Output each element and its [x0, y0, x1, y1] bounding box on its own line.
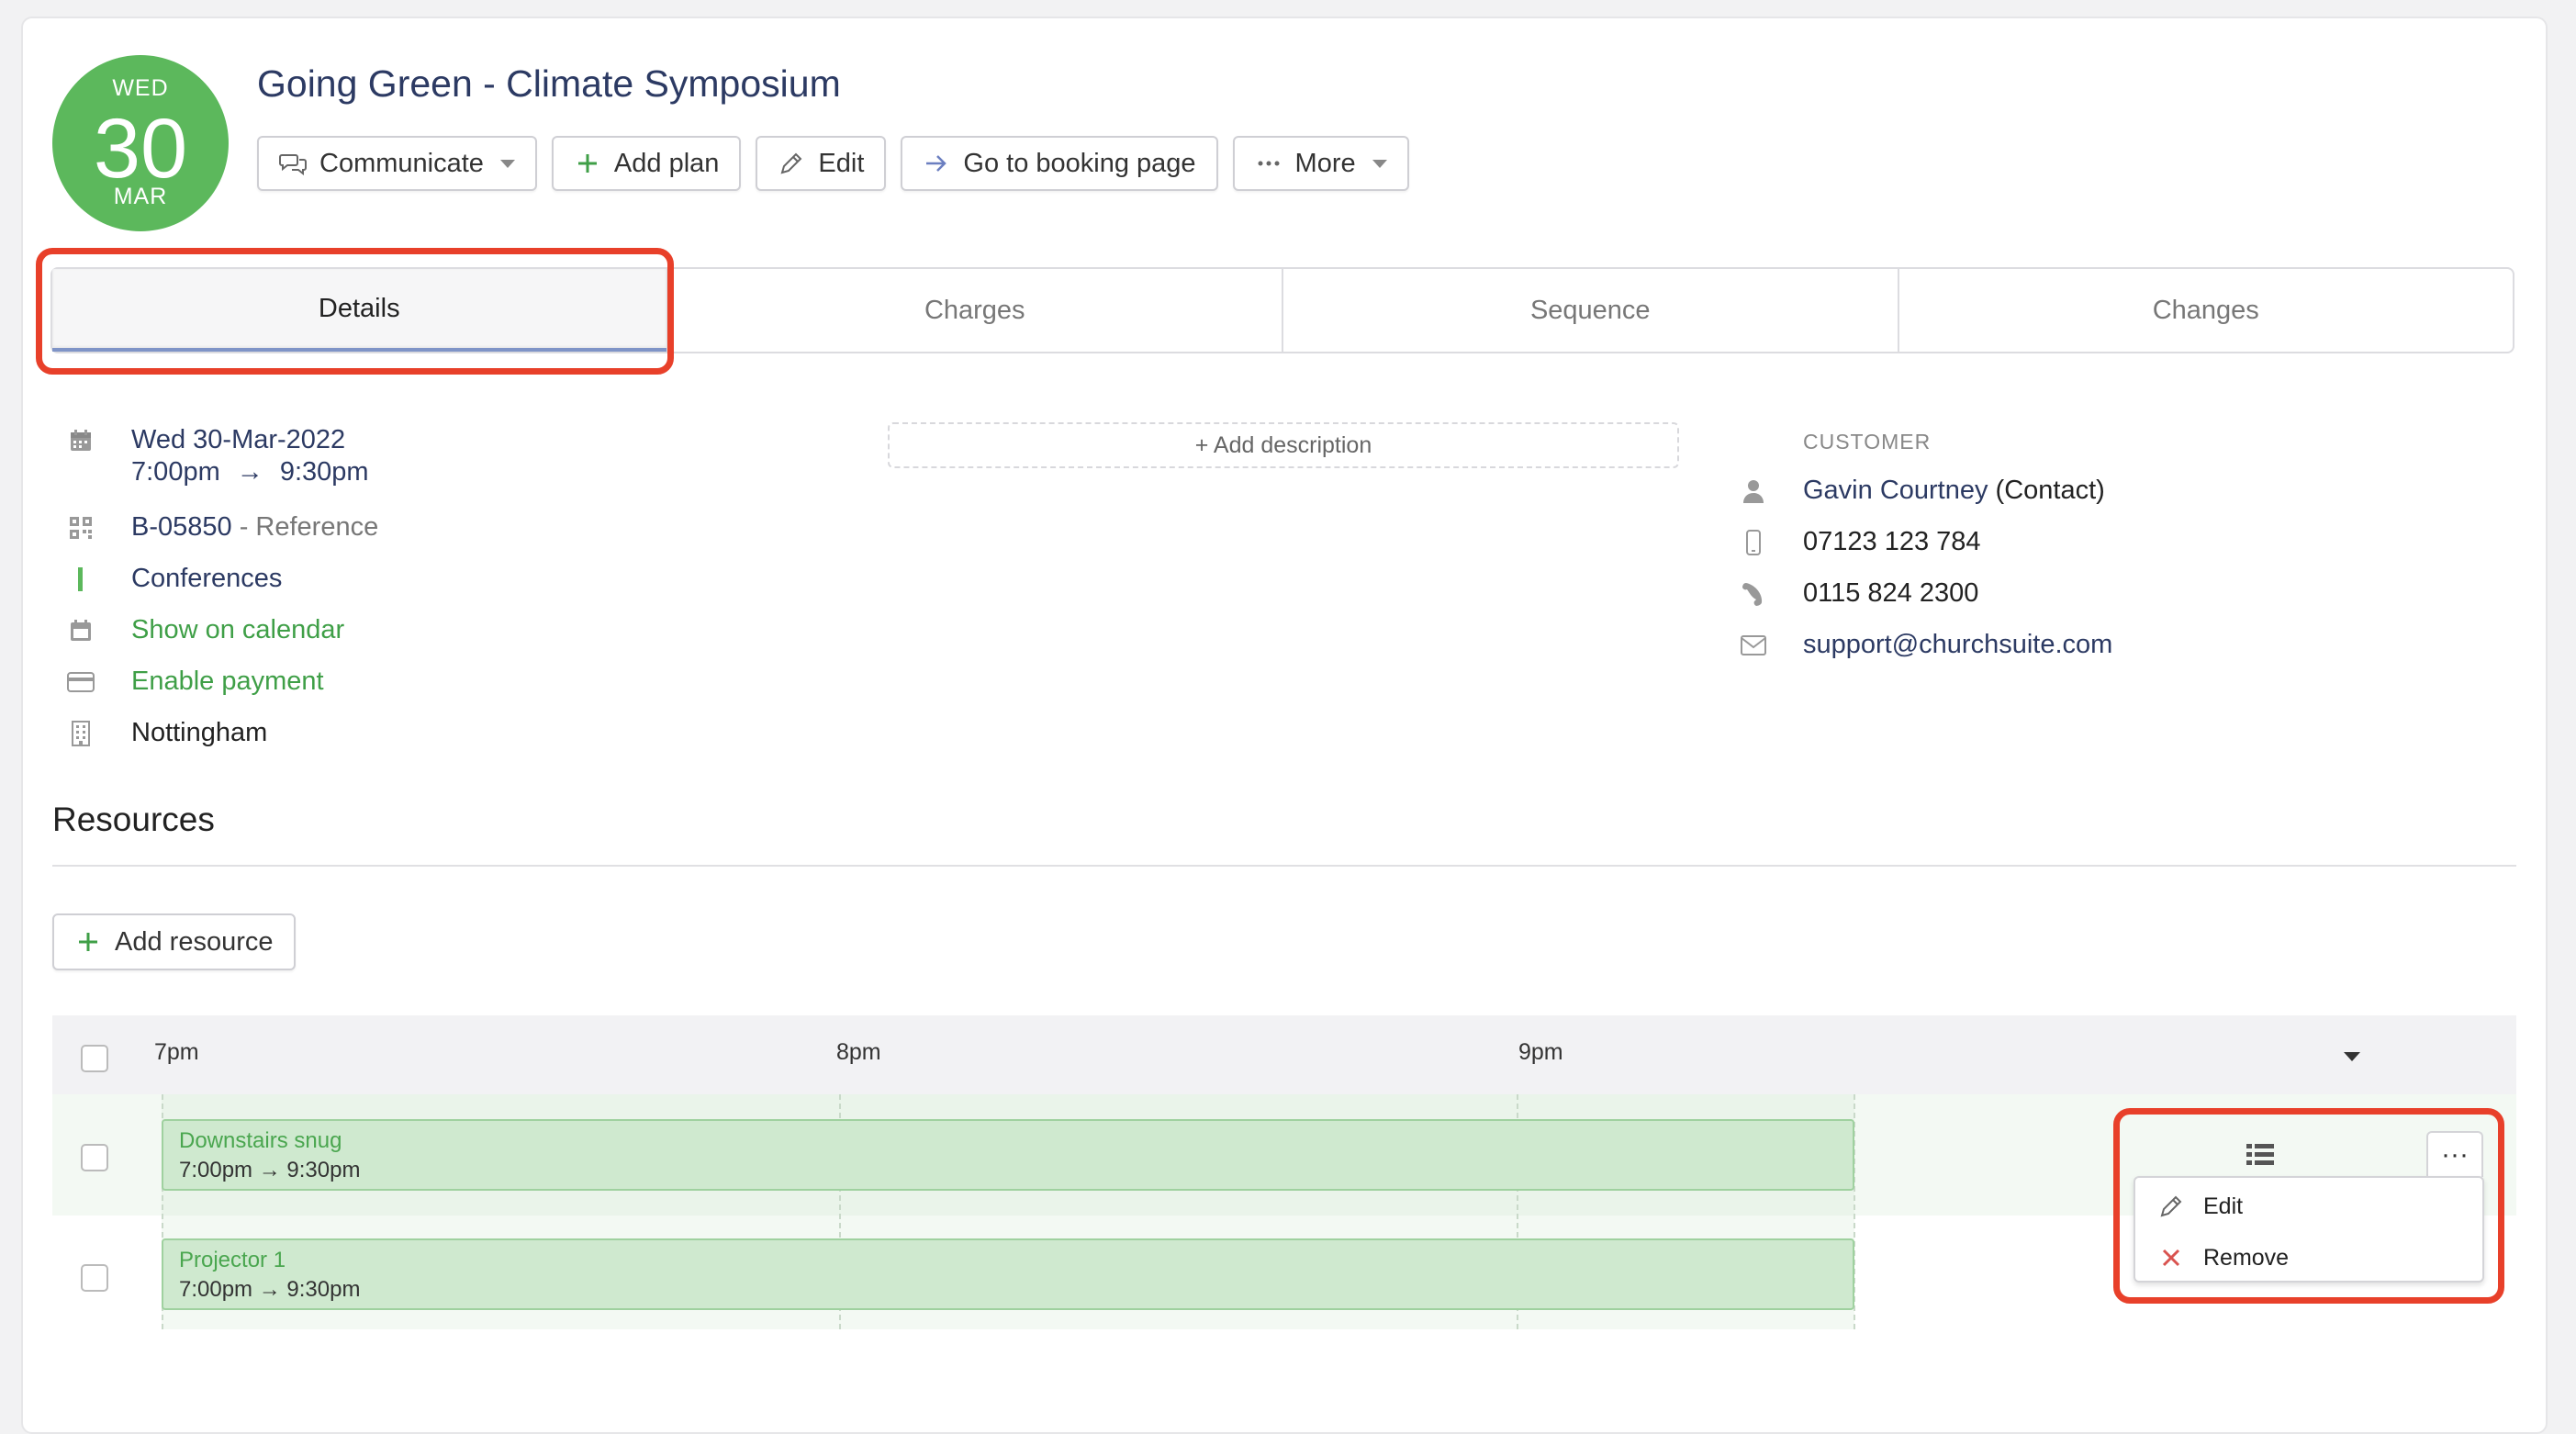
timeline-header [52, 1015, 2516, 1094]
show-on-calendar-link[interactable]: Show on calendar [131, 615, 344, 645]
timeline-options-caret-icon[interactable] [2344, 1052, 2360, 1061]
category-label: Conferences [131, 564, 283, 593]
resources-heading: Resources [52, 801, 215, 838]
timeline-label-8pm: 8pm [836, 1039, 881, 1065]
menu-item-edit[interactable]: Edit [2157, 1193, 2243, 1220]
arrow-right-icon [923, 150, 950, 177]
start-time: 7:00pm [131, 457, 220, 487]
enable-payment-link[interactable]: Enable payment [131, 667, 324, 697]
calendar-icon [67, 427, 95, 454]
add-resource-button[interactable]: Add resource [52, 913, 296, 970]
menu-item-edit-label: Edit [2203, 1193, 2244, 1219]
list-view-icon[interactable] [2246, 1142, 2274, 1168]
date-badge-day: 30 [93, 102, 188, 196]
reference-suffix: - Reference [231, 512, 379, 542]
resource-row-checkbox[interactable] [81, 1144, 108, 1171]
detail-time-range: 7:00pm → 9:30pm [131, 457, 369, 487]
credit-card-icon [67, 668, 95, 696]
ellipsis-icon [1255, 150, 1282, 177]
phone-icon [1740, 580, 1767, 608]
detail-category: Conferences [67, 564, 282, 594]
add-plan-label: Add plan [613, 148, 720, 178]
row-actions-menu: Edit Remove [2134, 1176, 2484, 1283]
resource-booking-bar[interactable]: Projector 1 7:00pm → 9:30pm [162, 1238, 1854, 1310]
date-badge-month: MAR [113, 184, 168, 209]
ellipsis-icon: ··· [2441, 1139, 2469, 1170]
category-color-bar-icon [67, 566, 95, 593]
customer-phone-row: 0115 824 2300 [1740, 578, 1978, 609]
detail-location: Nottingham [67, 718, 267, 748]
row-more-button[interactable]: ··· [2426, 1131, 2483, 1177]
tab-charges[interactable]: Charges [666, 269, 1282, 352]
customer-mobile-row: 07123 123 784 [1740, 527, 1981, 557]
menu-item-remove-label: Remove [2203, 1244, 2290, 1271]
time-arrow: → [236, 457, 263, 487]
chevron-down-icon [1372, 159, 1387, 168]
resource-name: Projector 1 [179, 1248, 286, 1272]
menu-item-remove[interactable]: Remove [2157, 1244, 2289, 1272]
chat-bubbles-icon [279, 150, 307, 177]
detail-date: Wed 30-Mar-2022 7:00pm → 9:30pm [67, 425, 369, 487]
pencil-icon [778, 150, 805, 177]
customer-name-row: Gavin Courtney (Contact) [1740, 476, 2105, 506]
customer-email-link[interactable]: support@churchsuite.com [1803, 630, 2112, 660]
mobile-phone-icon [1740, 529, 1767, 556]
tab-changes[interactable]: Changes [1897, 269, 2514, 352]
timeline-label-9pm: 9pm [1518, 1039, 1563, 1065]
detail-reference: B-05850 - Reference [67, 512, 378, 543]
more-button[interactable]: More [1232, 136, 1409, 191]
plus-icon [74, 928, 102, 956]
building-icon [67, 720, 95, 747]
event-tabs: Details Charges Sequence Changes [50, 267, 2514, 353]
communicate-button[interactable]: Communicate [257, 136, 537, 191]
customer-phone: 0115 824 2300 [1803, 578, 1979, 608]
resources-divider [52, 865, 2516, 867]
tab-sequence[interactable]: Sequence [1282, 269, 1898, 352]
edit-button[interactable]: Edit [756, 136, 887, 191]
detail-show-on-calendar: Show on calendar [67, 615, 344, 645]
chevron-down-icon [499, 159, 515, 168]
customer-mobile: 07123 123 784 [1803, 527, 1981, 556]
person-icon [1740, 477, 1767, 505]
customer-email-row: support@churchsuite.com [1740, 630, 2112, 660]
communicate-label: Communicate [319, 148, 484, 178]
qr-code-icon [67, 514, 95, 542]
go-to-booking-page-button[interactable]: Go to booking page [901, 136, 1218, 191]
date-badge-weekday: WED [112, 75, 169, 101]
end-time: 9:30pm [279, 457, 369, 487]
pencil-icon [2157, 1193, 2185, 1220]
select-all-checkbox[interactable] [81, 1045, 108, 1072]
add-plan-button[interactable]: Add plan [551, 136, 742, 191]
plus-icon [574, 150, 601, 177]
page-title: Going Green - Climate Symposium [257, 62, 841, 105]
location-label: Nottingham [131, 718, 268, 747]
edit-label: Edit [818, 148, 865, 178]
customer-name-link[interactable]: Gavin Courtney [1803, 476, 1988, 506]
more-label: More [1294, 148, 1356, 178]
date-badge: WED 30 MAR [52, 55, 229, 231]
resource-time: 7:00pm → 9:30pm [179, 1158, 361, 1182]
customer-heading: CUSTOMER [1803, 430, 1932, 454]
close-icon [2157, 1244, 2185, 1272]
event-toolbar: Communicate Add plan Edit Go to booking … [257, 136, 1409, 195]
add-resource-label: Add resource [115, 926, 274, 957]
timeline-label-7pm: 7pm [154, 1039, 199, 1065]
detail-date-text: Wed 30-Mar-2022 [131, 425, 346, 454]
resource-row-checkbox[interactable] [81, 1264, 108, 1292]
reference-code: B-05850 [131, 512, 232, 542]
calendar-icon [67, 617, 95, 644]
envelope-icon [1740, 632, 1767, 659]
resource-name: Downstairs snug [179, 1128, 342, 1153]
customer-role: (Contact) [1988, 476, 2105, 505]
add-description-button[interactable]: + Add description [888, 422, 1679, 468]
tab-details[interactable]: Details [52, 269, 666, 352]
resource-time: 7:00pm → 9:30pm [179, 1277, 361, 1302]
resource-booking-bar[interactable]: Downstairs snug 7:00pm → 9:30pm [162, 1119, 1854, 1191]
booking-page-label: Go to booking page [963, 148, 1196, 178]
detail-enable-payment: Enable payment [67, 667, 324, 697]
